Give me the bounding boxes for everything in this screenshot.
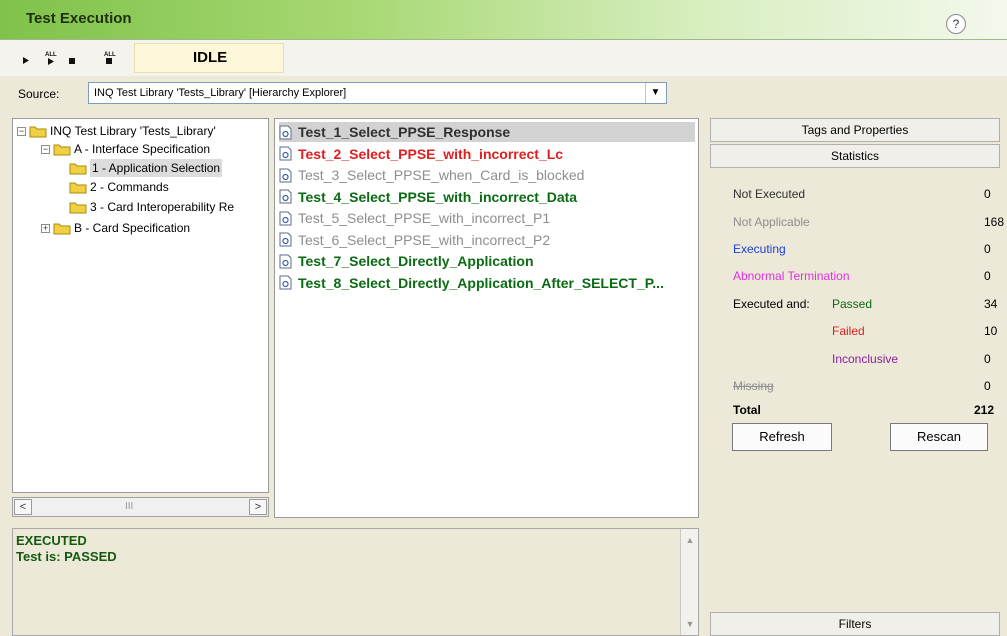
tree-item[interactable]: − A - Interface Specification: [41, 140, 210, 158]
tree-item-label: A - Interface Specification: [74, 142, 211, 156]
test-row[interactable]: Test_3_Select_PPSE_when_Card_is_blocked: [279, 165, 695, 185]
stat-missing-label: Missing: [733, 379, 774, 393]
test-script-icon: [279, 211, 292, 226]
test-row[interactable]: Test_8_Select_Directly_Application_After…: [279, 273, 695, 293]
stat-inconclusive-label: Inconclusive: [832, 352, 899, 366]
chevron-down-icon[interactable]: ▼: [645, 83, 665, 103]
test-row[interactable]: Test_6_Select_PPSE_with_incorrect_P2: [279, 230, 695, 250]
tree-item[interactable]: 2 - Commands: [69, 178, 169, 196]
tree-item[interactable]: − INQ Test Library 'Tests_Library': [17, 122, 216, 140]
folder-icon: [69, 181, 87, 194]
test-script-icon: [279, 146, 292, 161]
stat-executed-and-label: Executed and:: [733, 297, 810, 311]
stat-failed-label: Failed: [832, 324, 865, 338]
tree-item[interactable]: + B - Card Specification: [41, 219, 190, 237]
tree-item-label: 3 - Card Interoperability Re: [90, 200, 235, 214]
rescan-button[interactable]: Rescan: [890, 423, 988, 451]
scroll-up-icon[interactable]: ▲: [683, 533, 697, 547]
stop-icon[interactable]: [64, 50, 86, 68]
scroll-thumb[interactable]: III: [125, 501, 133, 512]
stat-not-executed-value: 0: [984, 187, 991, 201]
tree-item-label: B - Card Specification: [74, 221, 191, 235]
test-script-icon: [279, 232, 292, 247]
collapse-icon[interactable]: −: [17, 126, 26, 136]
test-script-icon: [279, 275, 292, 290]
stat-failed-value: 10: [984, 324, 998, 338]
test-row[interactable]: Test_4_Select_PPSE_with_incorrect_Data: [279, 187, 695, 207]
execution-status: IDLE: [134, 43, 284, 73]
stat-passed-value: 34: [984, 297, 998, 311]
hierarchy-tree: − INQ Test Library 'Tests_Library' − A - In…: [12, 118, 269, 493]
test-row[interactable]: Test_7_Select_Directly_Application: [279, 251, 695, 271]
refresh-button[interactable]: Refresh: [732, 423, 832, 451]
tab-tags-and-properties[interactable]: Tags and Properties: [710, 118, 1000, 142]
play-all-icon[interactable]: ALL: [42, 50, 64, 68]
play-icon[interactable]: [18, 50, 40, 68]
help-button[interactable]: ?: [946, 14, 966, 34]
window-title: Test Execution: [26, 10, 132, 27]
play-all-label: ALL: [45, 52, 57, 58]
stat-abnormal-value: 0: [984, 269, 991, 283]
tab-filters[interactable]: Filters: [710, 612, 1000, 636]
folder-icon: [69, 162, 87, 175]
tree-item[interactable]: 3 - Card Interoperability Re: [69, 198, 234, 216]
log-vertical-scrollbar[interactable]: ▲ ▼: [680, 529, 698, 635]
test-script-icon: [279, 189, 292, 204]
test-name: Test_6_Select_PPSE_with_incorrect_P2: [298, 231, 551, 248]
scroll-left-icon[interactable]: <: [14, 499, 32, 515]
test-row[interactable]: Test_1_Select_PPSE_Response: [279, 122, 695, 142]
log-line-result: Test is: PASSED: [16, 549, 117, 564]
scroll-right-icon[interactable]: >: [249, 499, 267, 515]
log-line-executed: EXECUTED: [16, 533, 87, 548]
test-script-icon: [279, 254, 292, 269]
test-name: Test_2_Select_PPSE_with_incorrect_Lc: [298, 145, 564, 162]
tree-item-label: 2 - Commands: [90, 180, 169, 194]
stat-not-applicable-value: 168: [984, 215, 1005, 229]
collapse-icon[interactable]: −: [41, 144, 50, 154]
test-name: Test_3_Select_PPSE_when_Card_is_blocked: [298, 167, 585, 183]
stat-inconclusive-value: 0: [984, 352, 991, 366]
test-name: Test_8_Select_Directly_Application_After…: [298, 274, 664, 291]
tab-statistics[interactable]: Statistics: [710, 144, 1000, 168]
stat-not-executed-label: Not Executed: [733, 187, 806, 201]
folder-icon: [29, 125, 47, 138]
test-script-icon: [279, 125, 292, 140]
stat-total-value: 212: [974, 403, 995, 417]
stat-total-label: Total: [733, 403, 761, 417]
tree-item-label: 1 - Application Selection: [90, 159, 223, 177]
scroll-down-icon[interactable]: ▼: [683, 617, 697, 631]
stop-all-icon[interactable]: ALL: [100, 50, 122, 68]
test-name: Test_4_Select_PPSE_with_incorrect_Data: [298, 188, 578, 205]
stat-not-applicable-label: Not Applicable: [733, 215, 810, 229]
folder-icon: [53, 222, 71, 235]
source-select[interactable]: INQ Test Library 'Tests_Library' [Hierar…: [88, 82, 667, 104]
test-row[interactable]: Test_2_Select_PPSE_with_incorrect_Lc: [279, 144, 695, 164]
test-name: Test_7_Select_Directly_Application: [298, 253, 534, 269]
test-name: Test_1_Select_PPSE_Response: [298, 124, 511, 140]
right-panel: Tags and Properties Statistics Not Execu…: [703, 118, 1007, 636]
tree-item[interactable]: 1 - Application Selection: [69, 159, 223, 177]
tree-horizontal-scrollbar[interactable]: < III >: [12, 497, 269, 517]
stat-missing-value: 0: [984, 379, 991, 393]
stat-executing-value: 0: [984, 242, 991, 256]
stat-executing-label: Executing: [733, 242, 786, 256]
stat-passed-label: Passed: [832, 297, 873, 311]
folder-icon: [69, 201, 87, 214]
title-bar: Test Execution ?: [0, 0, 1007, 40]
source-label: Source:: [18, 87, 60, 101]
test-list: Test_1_Select_PPSE_Response Test_2_Select…: [274, 118, 699, 518]
stat-abnormal-label: Abnormal Termination: [733, 269, 850, 283]
test-name: Test_5_Select_PPSE_with_incorrect_P1: [298, 210, 551, 226]
test-row[interactable]: Test_5_Select_PPSE_with_incorrect_P1: [279, 208, 695, 228]
test-script-icon: [279, 168, 292, 183]
stop-all-label: ALL: [104, 52, 116, 58]
tree-item-label: INQ Test Library 'Tests_Library': [50, 124, 216, 138]
execution-log: EXECUTED Test is: PASSED ▲ ▼: [12, 528, 699, 636]
expand-icon[interactable]: +: [41, 223, 50, 233]
folder-icon: [53, 143, 71, 156]
